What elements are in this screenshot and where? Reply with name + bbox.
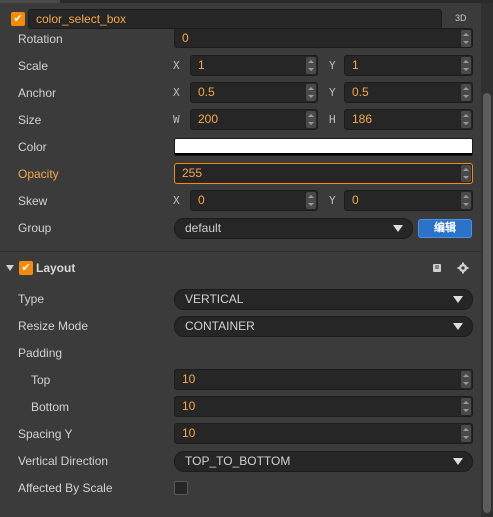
skew-y-value: 0: [352, 193, 359, 207]
book-icon[interactable]: [432, 263, 442, 273]
anchor-y-field[interactable]: 0.5: [344, 82, 473, 103]
size-h-spinner[interactable]: [461, 111, 471, 128]
vertical-direction-value: TOP_TO_BOTTOM: [185, 454, 291, 468]
padding-bottom-label: Bottom: [31, 400, 70, 414]
size-w-spinner[interactable]: [306, 111, 316, 128]
chevron-down-icon: [453, 323, 463, 330]
gear-icon[interactable]: [457, 262, 469, 274]
node-enabled-checkbox[interactable]: ✔: [11, 12, 25, 26]
padding-top-value: 10: [182, 372, 196, 386]
color-label: Color: [18, 140, 47, 154]
padding-bottom-spinner[interactable]: [461, 398, 471, 415]
color-picker-swatch[interactable]: [174, 138, 473, 156]
rotation-field[interactable]: 0: [174, 28, 473, 48]
layout-component-header[interactable]: ✔ Layout: [0, 257, 481, 279]
resize-mode-label: Resize Mode: [18, 319, 89, 333]
affected-by-scale-checkbox[interactable]: [174, 481, 188, 495]
vertical-direction-select[interactable]: TOP_TO_BOTTOM: [174, 451, 473, 472]
padding-top-spinner[interactable]: [461, 371, 471, 388]
anchor-x-field[interactable]: 0.5: [190, 82, 318, 103]
size-w-axis-label: W: [173, 113, 180, 126]
skew-y-axis-label: Y: [329, 194, 336, 207]
size-label: Size: [18, 113, 42, 127]
resize-mode-select[interactable]: CONTAINER: [174, 316, 473, 337]
rotation-value: 0: [182, 31, 189, 45]
anchor-y-value: 0.5: [352, 85, 369, 99]
size-h-value: 186: [352, 112, 373, 126]
spacing-y-spinner[interactable]: [461, 425, 471, 442]
scale-x-value: 1: [198, 58, 205, 72]
vertical-direction-label: Vertical Direction: [18, 454, 109, 468]
skew-y-field[interactable]: 0: [344, 190, 473, 211]
chevron-down-icon: [453, 458, 463, 465]
anchor-x-axis-label: X: [173, 86, 180, 99]
anchor-y-axis-label: Y: [329, 86, 336, 99]
size-h-field[interactable]: 186: [344, 109, 473, 130]
anchor-x-spinner[interactable]: [306, 84, 316, 101]
padding-top-label: Top: [31, 373, 51, 387]
section-divider: [0, 251, 481, 252]
scrollbar-thumb[interactable]: [483, 93, 491, 513]
size-w-value: 200: [198, 112, 219, 126]
chevron-down-icon: [393, 225, 403, 232]
skew-x-spinner[interactable]: [306, 192, 316, 209]
spacing-y-label: Spacing Y: [18, 427, 73, 441]
layout-type-select[interactable]: VERTICAL: [174, 289, 473, 310]
anchor-x-value: 0.5: [198, 85, 215, 99]
padding-top-field[interactable]: 10: [174, 369, 473, 390]
group-select-value: default: [185, 221, 222, 235]
scale-x-axis-label: X: [173, 59, 180, 72]
skew-label: Skew: [18, 194, 48, 208]
spacing-y-field[interactable]: 10: [174, 423, 473, 444]
skew-x-value: 0: [198, 193, 205, 207]
spacing-y-value: 10: [182, 426, 196, 440]
affected-by-scale-label: Affected By Scale: [18, 481, 113, 495]
rotation-spinner[interactable]: [461, 30, 471, 47]
scale-x-spinner[interactable]: [306, 57, 316, 74]
scale-y-axis-label: Y: [329, 59, 336, 72]
chevron-down-icon: [453, 296, 463, 303]
size-h-axis-label: H: [329, 113, 336, 126]
rotation-label: Rotation: [18, 32, 63, 46]
group-select[interactable]: default: [174, 218, 413, 239]
skew-x-field[interactable]: 0: [190, 190, 318, 211]
layout-type-label: Type: [18, 292, 45, 306]
opacity-label: Opacity: [18, 167, 59, 181]
padding-bottom-field[interactable]: 10: [174, 396, 473, 417]
scrollbar-track[interactable]: [481, 3, 493, 517]
skew-y-spinner[interactable]: [461, 192, 471, 209]
padding-label: Padding: [18, 346, 63, 360]
size-w-field[interactable]: 200: [190, 109, 318, 130]
layout-section-title: Layout: [36, 261, 76, 275]
anchor-y-spinner[interactable]: [461, 84, 471, 101]
skew-x-axis-label: X: [173, 194, 180, 207]
scale-label: Scale: [18, 59, 49, 73]
opacity-spinner[interactable]: [461, 165, 471, 182]
node-name-input[interactable]: color_select_box: [28, 9, 442, 29]
scale-y-field[interactable]: 1: [344, 55, 473, 76]
anchor-label: Anchor: [18, 86, 57, 100]
scale-y-value: 1: [352, 58, 359, 72]
color-alpha-bar: [175, 153, 472, 155]
opacity-field[interactable]: 255: [174, 163, 473, 184]
layout-enabled-checkbox[interactable]: ✔: [19, 261, 33, 275]
group-label: Group: [18, 221, 52, 235]
opacity-value: 255: [182, 166, 203, 180]
collapse-triangle-icon[interactable]: [6, 265, 14, 271]
scale-x-field[interactable]: 1: [190, 55, 318, 76]
layout-type-value: VERTICAL: [185, 292, 244, 306]
resize-mode-value: CONTAINER: [185, 319, 255, 333]
3d-toggle[interactable]: 3D: [455, 13, 467, 23]
padding-bottom-value: 10: [182, 399, 196, 413]
edit-group-button[interactable]: 编辑: [418, 219, 472, 238]
scale-y-spinner[interactable]: [461, 57, 471, 74]
